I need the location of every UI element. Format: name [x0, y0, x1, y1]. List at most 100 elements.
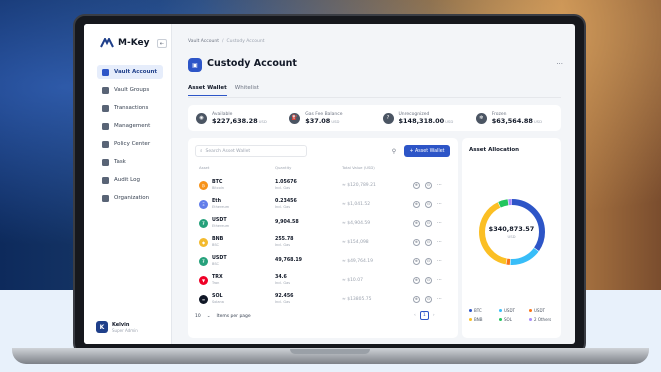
more-icon[interactable]: ···	[437, 182, 442, 188]
legend-dot	[499, 309, 502, 312]
stat-amount: $227,638.28	[212, 116, 258, 125]
coin-icon: ≡	[199, 294, 208, 304]
row-actions: ⊕ ⏻ ···	[413, 295, 442, 303]
current-page-button[interactable]: 1	[419, 311, 429, 320]
deposit-icon[interactable]: ⊕	[413, 276, 420, 284]
legend-item: 2 Others	[529, 317, 559, 322]
deposit-icon[interactable]: ⊕	[413, 238, 420, 246]
sidebar-item-organization[interactable]: Organization	[97, 191, 163, 205]
breadcrumb-vault-account[interactable]: Vault Account	[188, 39, 219, 44]
brand-logo[interactable]: M-Key	[100, 38, 149, 48]
row-actions: ⊕ ⏻ ···	[413, 200, 442, 208]
deposit-icon[interactable]: ⊕	[413, 181, 420, 189]
folder-icon	[102, 86, 109, 94]
coin-icon: Ξ	[199, 199, 208, 209]
table-row[interactable]: ▼ TRX Tron 34.6 Incl. Gas ≈ $10.07 ⊕ ⏻ ···	[195, 271, 451, 289]
asset-cell: ₮ USDT BSC	[199, 256, 227, 266]
legend-dot	[499, 318, 502, 321]
sidebar-item-vault-account[interactable]: Vault Account	[97, 65, 163, 79]
asset-cell: ₮ USDT Ethereum	[199, 218, 229, 228]
tab-asset-wallet[interactable]: Asset Wallet	[188, 85, 227, 96]
table-row[interactable]: ₮ USDT Ethereum 9,904.58 ≈ $4,904.59 ⊕ ⏻ ···	[195, 214, 451, 232]
search-placeholder: Search Asset Wallet	[205, 148, 251, 154]
legend-label: USDT	[504, 308, 515, 313]
asset-wallet-panel: ⌕ Search Asset Wallet ⚲ + Asset Wallet A…	[188, 138, 458, 338]
more-icon[interactable]: ···	[437, 296, 442, 302]
column-header-total-value: Total Value (USD)	[342, 165, 375, 170]
stat-unrecognized: ? Unrecognized $148,318.00USD	[375, 112, 468, 125]
main-content: Vault Account / Custody Account ▣ Custody …	[172, 24, 575, 344]
total-value: ≈ $154,098	[342, 239, 369, 245]
withdraw-icon[interactable]: ⏻	[425, 257, 432, 265]
total-value: ≈ $4,904.59	[342, 220, 371, 226]
more-icon[interactable]: ···	[437, 277, 442, 283]
stat-frozen: ❄ Frozen $63,564.88USD	[468, 112, 561, 125]
tab-whitelist[interactable]: Whitelist	[235, 85, 259, 96]
audit-icon	[102, 176, 109, 184]
quantity-cell: 92.456 Incl. Gas	[275, 294, 294, 304]
transactions-icon	[102, 104, 109, 112]
asset-network: Tron	[212, 281, 220, 285]
search-input[interactable]: ⌕ Search Asset Wallet	[195, 145, 307, 157]
table-row[interactable]: ₮ USDT BSC 49,768.19 ≈ $49,764.19 ⊕ ⏻ ···	[195, 252, 451, 270]
quantity-note: Incl. Gas	[275, 186, 291, 190]
asset-network: Bitcoin	[212, 186, 225, 190]
add-asset-wallet-button[interactable]: + Asset Wallet	[404, 145, 450, 157]
quantity-cell: 0.23456 Incl. Gas	[275, 199, 297, 209]
withdraw-icon[interactable]: ⏻	[425, 295, 432, 303]
more-icon[interactable]: ···	[437, 258, 442, 264]
asset-cell: ▼ TRX Tron	[199, 275, 223, 285]
deposit-icon[interactable]: ⊕	[413, 219, 420, 227]
asset-cell: ≡ SOL Solana	[199, 294, 224, 304]
sidebar-item-audit-log[interactable]: Audit Log	[97, 173, 163, 187]
items-per-page[interactable]: 10 ⌄ Items per page	[195, 314, 251, 319]
user-profile[interactable]: K Kelvin Super Admin	[96, 321, 138, 333]
collapse-sidebar-button[interactable]: ⇤	[157, 39, 167, 48]
app-screen: M-Key ⇤ Vault Account Vault Groups Transac…	[84, 24, 575, 344]
more-icon[interactable]: ···	[437, 220, 442, 226]
withdraw-icon[interactable]: ⏻	[425, 181, 432, 189]
sidebar-item-policy-center[interactable]: Policy Center	[97, 137, 163, 151]
column-header-quantity: Quantity	[275, 165, 292, 170]
more-icon[interactable]: ···	[437, 239, 442, 245]
table-row[interactable]: ◆ BNB BSC 255.78 Incl. Gas ≈ $154,098 ⊕ ⏻ ···	[195, 233, 451, 251]
total-value: ≈ $1,041.52	[342, 201, 371, 207]
stat-value: $227,638.28USD	[212, 117, 267, 125]
withdraw-icon[interactable]: ⏻	[425, 276, 432, 284]
coin-icon: ▼	[199, 275, 208, 285]
tab-divider	[188, 97, 561, 98]
prev-page-button[interactable]: ‹	[414, 313, 416, 318]
sidebar-item-vault-groups[interactable]: Vault Groups	[97, 83, 163, 97]
allocation-legend: BTC USDT USDT BNB SOL 2 Others	[469, 308, 559, 322]
stat-amount: $63,564.88	[491, 116, 533, 125]
stat-available: ◉ Available $227,638.28USD	[188, 112, 281, 125]
sidebar-item-label: Task	[114, 159, 126, 165]
question-icon: ?	[382, 112, 394, 124]
withdraw-icon[interactable]: ⏻	[425, 200, 432, 208]
column-header-asset: Asset	[199, 165, 210, 170]
table-row[interactable]: ₿ BTC Bitcoin 1.05676 Incl. Gas ≈ $120,789.21…	[195, 176, 451, 194]
table-row[interactable]: Ξ Eth Ethereum 0.23456 Incl. Gas ≈ $1,041.52 ⊕…	[195, 195, 451, 213]
quantity-cell: 1.05676 Incl. Gas	[275, 180, 297, 190]
snowflake-icon: ❄	[475, 112, 487, 124]
deposit-icon[interactable]: ⊕	[413, 295, 420, 303]
withdraw-icon[interactable]: ⏻	[425, 238, 432, 246]
legend-label: BTC	[474, 308, 482, 313]
filter-icon[interactable]: ⚲	[389, 146, 399, 156]
sidebar-item-transactions[interactable]: Transactions	[97, 101, 163, 115]
deposit-icon[interactable]: ⊕	[413, 257, 420, 265]
deposit-icon[interactable]: ⊕	[413, 200, 420, 208]
balance-stats: ◉ Available $227,638.28USD ⛽ Gas Fee Balance…	[188, 105, 561, 131]
withdraw-icon[interactable]: ⏻	[425, 219, 432, 227]
next-page-button[interactable]: ›	[433, 313, 435, 318]
asset-cell: ₿ BTC Bitcoin	[199, 180, 224, 190]
per-page-select[interactable]: 10	[195, 314, 201, 319]
legend-label: BNB	[474, 317, 483, 322]
more-options-button[interactable]: ···	[556, 60, 563, 68]
table-row[interactable]: ≡ SOL Solana 92.456 Incl. Gas ≈ $13805.75 ⊕ ⏻ ··…	[195, 290, 451, 308]
legend-item: SOL	[499, 317, 529, 322]
sidebar-item-task[interactable]: Task	[97, 155, 163, 169]
more-icon[interactable]: ···	[437, 201, 442, 207]
sidebar-item-management[interactable]: Management	[97, 119, 163, 133]
sidebar-item-label: Vault Account	[114, 69, 158, 75]
